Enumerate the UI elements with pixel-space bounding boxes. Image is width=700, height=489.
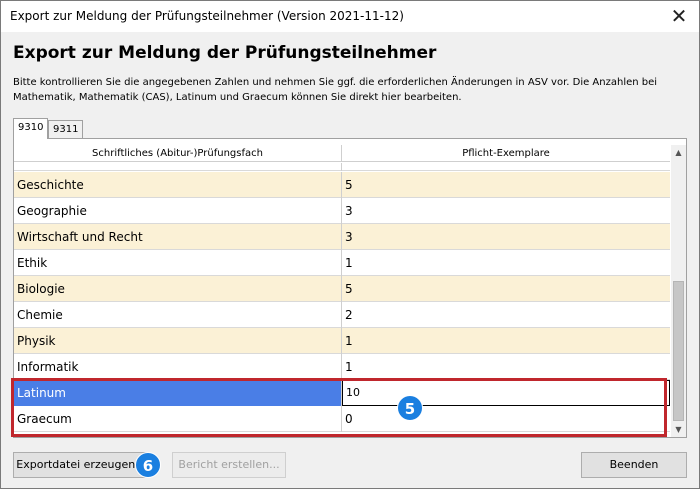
table-row[interactable]: Biologie 5: [14, 276, 670, 302]
vertical-scrollbar[interactable]: ▲ ▼: [671, 145, 686, 437]
export-dialog: Export zur Meldung der Prüfungsteilnehme…: [0, 0, 700, 489]
count-cell: 1: [345, 334, 353, 348]
instructions-text: Bitte kontrollieren Sie die angegebenen …: [13, 77, 658, 103]
table-row[interactable]: Ethik 1: [14, 250, 670, 276]
table-row[interactable]: Chemie 2: [14, 302, 670, 328]
table-row[interactable]: Geschichte - Sozialkunde 1: [14, 163, 670, 171]
subject-cell: Geographie: [14, 198, 342, 224]
report-button[interactable]: Bericht erstellen...: [172, 452, 286, 478]
tab-9310[interactable]: 9310: [13, 118, 49, 139]
end-button[interactable]: Beenden: [581, 452, 687, 478]
column-header-subject[interactable]: Schriftliches (Abitur-)Prüfungsfach: [14, 145, 342, 162]
subject-cell: Biologie: [14, 276, 342, 302]
title-bar: Export zur Meldung der Prüfungsteilnehme…: [1, 1, 699, 32]
scroll-up-icon[interactable]: ▲: [671, 145, 686, 160]
table-header: Schriftliches (Abitur-)Prüfungsfach Pfli…: [14, 145, 670, 162]
export-button[interactable]: Exportdatei erzeugen...: [13, 452, 149, 478]
page-title: Export zur Meldung der Prüfungsteilnehme…: [13, 43, 437, 63]
callout-highlight-box: [11, 378, 667, 437]
count-cell: 1: [342, 163, 670, 171]
table-row[interactable]: Wirtschaft und Recht 3: [14, 224, 670, 250]
step-5-badge: 5: [397, 395, 423, 421]
close-icon[interactable]: ✕: [669, 6, 689, 26]
count-cell: 5: [345, 282, 353, 296]
subject-cell: Wirtschaft und Recht: [14, 224, 342, 250]
count-cell: 1: [345, 256, 353, 270]
count-cell: 3: [345, 204, 353, 218]
subject-cell: Geschichte - Sozialkunde: [14, 163, 342, 171]
tab-9311[interactable]: 9311: [48, 120, 84, 138]
count-cell: 1: [345, 360, 353, 374]
subject-cell: Physik: [14, 328, 342, 354]
count-cell: 5: [345, 178, 353, 192]
count-cell: 3: [345, 230, 353, 244]
table-row[interactable]: Physik 1: [14, 328, 670, 354]
table-row[interactable]: Informatik 1: [14, 354, 670, 380]
scroll-down-icon[interactable]: ▼: [671, 422, 686, 437]
count-cell: 2: [345, 308, 353, 322]
subject-cell: Ethik: [14, 250, 342, 276]
table-row[interactable]: Geographie 3: [14, 198, 670, 224]
step-6-badge: 6: [135, 452, 161, 478]
column-header-copies[interactable]: Pflicht-Exemplare: [342, 145, 670, 162]
subject-cell: Chemie: [14, 302, 342, 328]
window-title: Export zur Meldung der Prüfungsteilnehme…: [10, 9, 404, 23]
subject-cell: Informatik: [14, 354, 342, 380]
subject-cell: Geschichte: [14, 172, 342, 198]
scrollbar-thumb[interactable]: [673, 281, 684, 421]
table-row[interactable]: Geschichte 5: [14, 172, 670, 198]
